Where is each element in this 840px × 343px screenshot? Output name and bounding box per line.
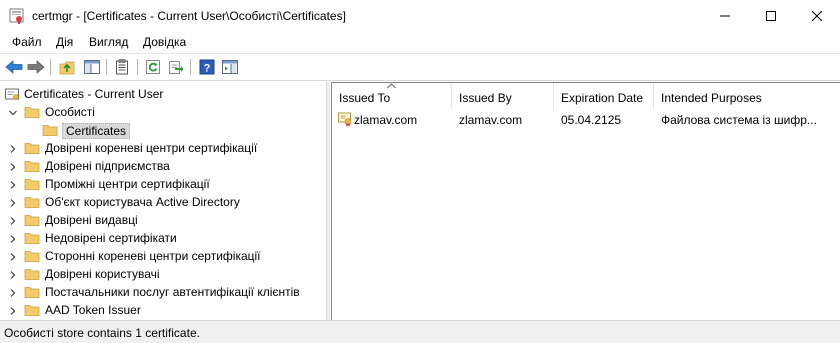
console-tree[interactable]: Certificates - Current User Особисті Cer… [0, 82, 328, 320]
table-row[interactable]: zlamav.com zlamav.com 05.04.2125 Файлова… [332, 111, 840, 129]
tree-item-enterprise-trust[interactable]: Довірені підприємства [0, 157, 327, 175]
chevron-right-icon[interactable] [8, 197, 18, 207]
toolbar-separator [137, 59, 138, 75]
folder-icon [24, 194, 40, 210]
toolbar-separator [106, 59, 107, 75]
forward-icon[interactable] [26, 58, 46, 76]
menu-view[interactable]: Вигляд [89, 35, 128, 49]
tree-item-trusted-root[interactable]: Довірені кореневі центри сертифікації [0, 139, 327, 157]
tree-item-label: Довірені користувачі [45, 267, 160, 281]
tree-item-label: Довірені видавці [45, 213, 138, 227]
chevron-right-icon[interactable] [8, 305, 18, 315]
toolbar: ? [0, 53, 840, 81]
tree-item-label: Проміжні центри сертифікації [45, 177, 210, 191]
folder-icon [24, 284, 40, 300]
tree-item-label: Недовірені сертифікати [45, 231, 177, 245]
folder-icon [24, 248, 40, 264]
svg-text:?: ? [204, 63, 211, 75]
folder-icon [24, 230, 40, 246]
certmgr-app-icon[interactable] [8, 7, 26, 25]
certificate-list[interactable]: Issued To Issued By Expiration Date Inte… [331, 82, 840, 320]
chevron-down-icon[interactable] [8, 107, 18, 117]
column-header-issued-by[interactable]: Issued By [452, 83, 554, 109]
folder-icon [24, 104, 40, 120]
menu-file[interactable]: Файл [12, 35, 42, 49]
tree-item-ad-user-object[interactable]: Об'єкт користувача Active Directory [0, 193, 327, 211]
toolbar-separator [190, 59, 191, 75]
tree-item-label: AAD Token Issuer [45, 303, 141, 317]
cell-intended-purposes: Файлова система із шифр... [661, 113, 817, 127]
close-button[interactable] [794, 0, 840, 32]
show-action-pane-icon[interactable] [220, 58, 240, 76]
menu-action[interactable]: Дія [56, 35, 73, 49]
folder-icon [24, 140, 40, 156]
menu-bar: Файл Дія Вигляд Довідка [0, 32, 840, 53]
column-header-expiration-date[interactable]: Expiration Date [554, 83, 654, 109]
tree-item-third-party-root[interactable]: Сторонні кореневі центри сертифікації [0, 247, 327, 265]
folder-icon [24, 158, 40, 174]
up-folder-icon[interactable] [57, 58, 77, 76]
sort-ascending-icon [387, 83, 396, 89]
title-bar: certmgr - [Certificates - Current User\О… [0, 0, 840, 32]
chevron-right-icon[interactable] [8, 179, 18, 189]
column-header-label: Issued To [339, 91, 391, 105]
pane-splitter[interactable] [326, 82, 330, 320]
tree-item-label: Certificates [62, 123, 131, 139]
minimize-button[interactable] [702, 0, 748, 32]
properties-icon[interactable] [112, 58, 132, 76]
chevron-right-icon[interactable] [8, 269, 18, 279]
tree-item-label: Особисті [45, 105, 95, 119]
chevron-right-icon[interactable] [8, 233, 18, 243]
tree-item-label: Довірені підприємства [45, 159, 170, 173]
window-title: certmgr - [Certificates - Current User\О… [32, 9, 346, 23]
status-text: Особисті store contains 1 certificate. [4, 326, 200, 340]
column-header-intended-purposes[interactable]: Intended Purposes [654, 83, 840, 109]
column-header-label: Issued By [459, 91, 512, 105]
tree-item-trusted-publishers[interactable]: Довірені видавці [0, 211, 327, 229]
chevron-right-icon[interactable] [8, 251, 18, 261]
menu-help[interactable]: Довідка [143, 35, 186, 49]
tree-item-trusted-people[interactable]: Довірені користувачі [0, 265, 327, 283]
folder-icon [42, 122, 58, 138]
folder-icon [24, 176, 40, 192]
cell-expiration-date: 05.04.2125 [561, 113, 622, 127]
cell-issued-to: zlamav.com [354, 113, 418, 127]
tree-item-client-auth-issuers[interactable]: Постачальники послуг автентифікації кліє… [0, 283, 327, 301]
tree-item-label: Довірені кореневі центри сертифікації [45, 141, 258, 155]
chevron-right-icon[interactable] [8, 215, 18, 225]
maximize-button[interactable] [748, 0, 794, 32]
back-icon[interactable] [4, 58, 24, 76]
column-header-issued-to[interactable]: Issued To [332, 83, 452, 109]
export-list-icon[interactable] [166, 58, 186, 76]
tree-item-label: Сторонні кореневі центри сертифікації [45, 249, 261, 263]
column-header-label: Intended Purposes [661, 91, 762, 105]
tree-item-personal[interactable]: Особисті [0, 103, 327, 121]
status-bar: Особисті store contains 1 certificate. [0, 320, 840, 343]
chevron-right-icon[interactable] [8, 143, 18, 153]
folder-icon [24, 212, 40, 228]
tree-item-label: Об'єкт користувача Active Directory [45, 195, 240, 209]
tree-item-untrusted[interactable]: Недовірені сертифікати [0, 229, 327, 247]
refresh-icon[interactable] [143, 58, 163, 76]
folder-icon [24, 302, 40, 318]
column-header-label: Expiration Date [561, 91, 644, 105]
tree-item-certificates[interactable]: Certificates [0, 121, 327, 139]
tree-item-label: Постачальники послуг автентифікації кліє… [45, 285, 300, 299]
chevron-right-icon[interactable] [8, 161, 18, 171]
tree-item-intermediate[interactable]: Проміжні центри сертифікації [0, 175, 327, 193]
certificate-icon [337, 111, 353, 130]
certificates-root-icon [4, 86, 20, 102]
chevron-right-icon[interactable] [8, 287, 18, 297]
tree-root[interactable]: Certificates - Current User [0, 85, 327, 103]
toolbar-separator [50, 59, 51, 75]
help-icon[interactable]: ? [197, 58, 217, 76]
tree-item-aad-token-issuer[interactable]: AAD Token Issuer [0, 301, 327, 319]
show-hide-tree-icon[interactable] [82, 58, 102, 76]
cell-issued-by: zlamav.com [459, 113, 523, 127]
tree-root-label: Certificates - Current User [24, 87, 164, 101]
folder-icon [24, 266, 40, 282]
